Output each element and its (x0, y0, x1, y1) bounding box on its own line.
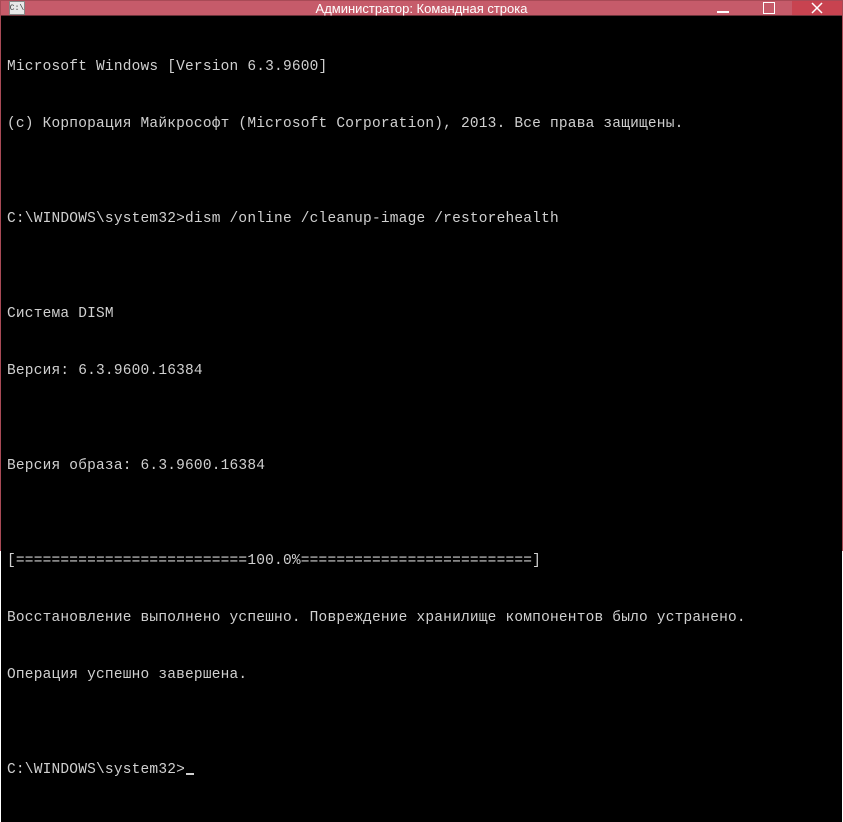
window-title: Администратор: Командная строка (316, 1, 528, 16)
terminal-output[interactable]: Microsoft Windows [Version 6.3.9600] (c)… (1, 16, 842, 822)
terminal-line: Операция успешно завершена. (7, 666, 836, 685)
terminal-line: C:\WINDOWS\system32>dism /online /cleanu… (7, 210, 836, 229)
window-controls (700, 1, 842, 15)
terminal-line: Microsoft Windows [Version 6.3.9600] (7, 58, 836, 77)
app-icon: C:\ (9, 1, 25, 15)
titlebar[interactable]: C:\ Администратор: Командная строка (1, 1, 842, 15)
command-prompt-window: C:\ Администратор: Командная строка (0, 0, 843, 551)
maximize-icon (763, 2, 775, 14)
terminal-line: Восстановление выполнено успешно. Повреж… (7, 609, 836, 628)
maximize-button[interactable] (746, 1, 792, 15)
minimize-icon (717, 2, 729, 14)
terminal-prompt-line: C:\WINDOWS\system32> (7, 761, 836, 780)
terminal-line: Версия образа: 6.3.9600.16384 (7, 457, 836, 476)
terminal-prompt: C:\WINDOWS\system32> (7, 762, 185, 778)
app-icon-glyph: C:\ (10, 4, 24, 13)
terminal-line: Cистема DISM (7, 305, 836, 324)
close-button[interactable] (792, 1, 842, 15)
terminal-line: [==========================100.0%=======… (7, 552, 836, 571)
close-icon (811, 2, 823, 14)
terminal-line: (c) Корпорация Майкрософт (Microsoft Cor… (7, 115, 836, 134)
minimize-button[interactable] (700, 1, 746, 15)
cursor (186, 773, 194, 775)
terminal-line: Версия: 6.3.9600.16384 (7, 362, 836, 381)
